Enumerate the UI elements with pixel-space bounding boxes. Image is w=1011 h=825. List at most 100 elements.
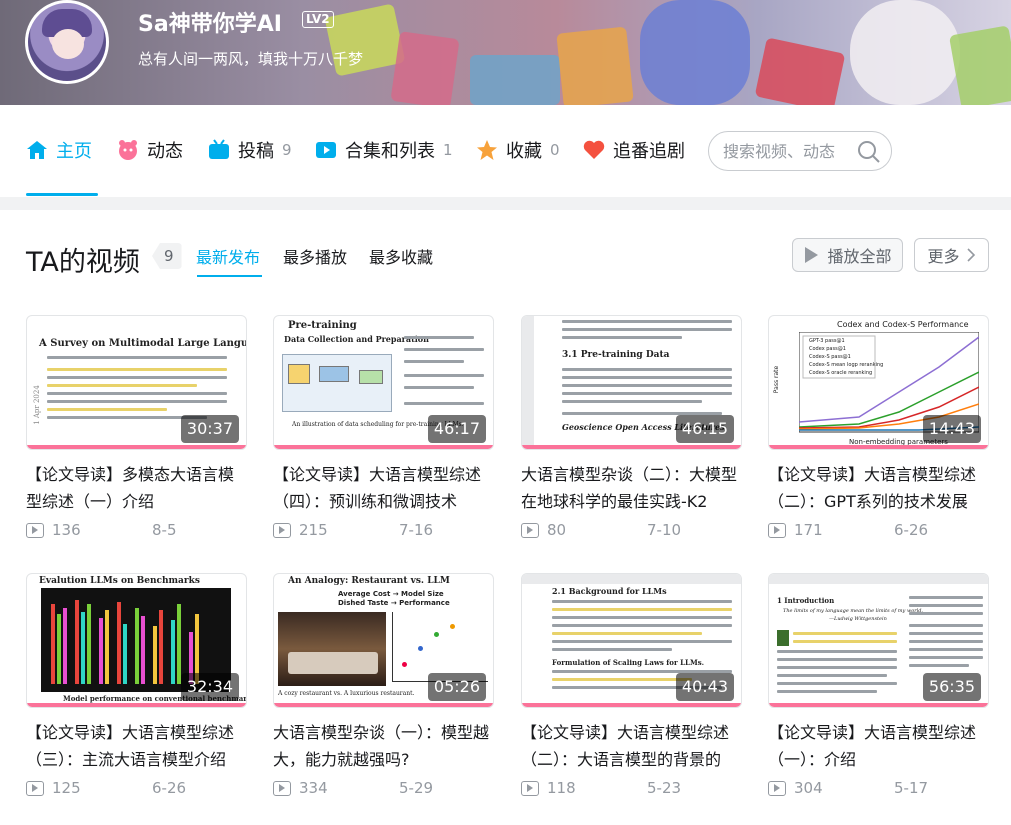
play-count-icon: [273, 780, 291, 796]
play-count: 125: [52, 779, 81, 797]
play-count-icon: [26, 780, 44, 796]
sort-tab-latest[interactable]: 最新发布: [196, 244, 260, 268]
play-count-icon: [768, 780, 786, 796]
play-count: 334: [299, 779, 328, 797]
thumb-ylabel: Pass rate: [773, 365, 781, 394]
thumb-heading: 1 Introduction: [777, 596, 835, 605]
nav-tab-dynamic[interactable]: 动态: [117, 135, 183, 165]
search-box: [708, 131, 892, 171]
star-icon: [476, 139, 498, 161]
thumb-subheading: Formulation of Scaling Laws for LLMs.: [552, 658, 705, 667]
thumb-heading: 3.1 Pre-training Data: [562, 350, 670, 360]
video-duration: 32:34: [180, 673, 239, 701]
sort-tab-most-favorited[interactable]: 最多收藏: [369, 244, 433, 268]
video-title[interactable]: 【论文导读】大语言模型综述（一）：介绍: [768, 719, 989, 773]
thumb-side-text: 1 Apr 2024: [32, 385, 41, 425]
thumb-caption: A cozy restaurant vs. A luxurious restau…: [278, 690, 415, 697]
profile-nav: 主页 动态 投稿 9 合集和列表 1 收藏 0 追番追剧: [0, 105, 1011, 197]
nav-tab-label: 动态: [147, 141, 183, 162]
play-count: 304: [794, 779, 823, 797]
nav-tab-favorites[interactable]: 收藏 0: [476, 135, 560, 165]
video-duration: 56:35: [922, 673, 981, 701]
nav-tab-count: 0: [550, 141, 560, 159]
video-title[interactable]: 【论文导读】多模态大语言模型综述（一）介绍: [26, 461, 247, 515]
video-duration: 05:26: [427, 673, 486, 701]
thumb-quote: The limits of my language mean the limit…: [783, 608, 924, 614]
video-date: 6-26: [152, 779, 187, 797]
video-date: 6-26: [894, 521, 929, 539]
play-count: 80: [547, 521, 567, 539]
video-play-count: 118: [521, 779, 576, 797]
thumb-line-2: Dished Taste → Performance: [338, 599, 450, 607]
nav-tab-bangumi[interactable]: 追番追剧: [583, 135, 685, 165]
video-duration: 40:43: [675, 673, 734, 701]
nav-tab-label: 合集和列表: [345, 141, 435, 162]
tv-icon: [208, 139, 230, 161]
nav-tab-count: 9: [282, 141, 292, 159]
thumb-heading: A Survey on Multimodal Large Language Mo…: [39, 338, 246, 349]
nav-tab-home[interactable]: 主页: [26, 135, 92, 165]
video-play-count: 125: [26, 779, 81, 797]
video-play-count: 334: [273, 779, 328, 797]
video-title[interactable]: 大语言模型杂谈（一）：模型越大，能力就越强吗?: [273, 719, 494, 773]
video-duration: 30:37: [180, 415, 239, 443]
thumb-quote-author: —Ludwig Wittgenstein: [829, 616, 887, 622]
video-date: 5-29: [399, 779, 434, 797]
video-date: 5-17: [894, 779, 929, 797]
thumb-heading: An Analogy: Restaurant vs. LLM: [288, 576, 450, 586]
sort-tab-indicator: [197, 275, 262, 277]
play-all-label: 播放全部: [827, 247, 892, 266]
chevron-right-icon: [966, 248, 975, 262]
video-title[interactable]: 【论文导读】大语言模型综述（二）：大语言模型的背景的: [521, 719, 742, 773]
video-date: 5-23: [647, 779, 682, 797]
video-date: 7-10: [647, 521, 682, 539]
avatar[interactable]: [25, 0, 109, 84]
nav-tab-label: 追番追剧: [613, 141, 685, 162]
play-count-icon: [521, 522, 539, 538]
profile-banner: Sa神带你学AI LV2 总有人间一两风，填我十万八千梦: [0, 0, 1011, 105]
video-play-count: 171: [768, 521, 823, 539]
video-duration: 46:15: [675, 415, 734, 443]
video-title[interactable]: 【论文导读】大语言模型综述（四）：预训练和微调技术: [273, 461, 494, 515]
video-title[interactable]: 【论文导读】大语言模型综述（二）：GPT系列的技术发展: [768, 461, 989, 515]
thumb-heading: Pre-training: [288, 320, 357, 331]
nav-tab-collections[interactable]: 合集和列表 1: [315, 135, 453, 165]
play-count: 118: [547, 779, 576, 797]
user-signature: 总有人间一两风，填我十万八千梦: [138, 50, 364, 68]
user-name[interactable]: Sa神带你学AI: [138, 6, 282, 38]
video-title[interactable]: 【论文导读】大语言模型综述（三）：主流大语言模型介绍: [26, 719, 247, 773]
section-title: TA的视频: [26, 247, 140, 278]
play-count: 171: [794, 521, 823, 539]
video-duration: 14:43: [922, 415, 981, 443]
nav-tab-label: 收藏: [506, 141, 542, 162]
video-count-badge: 9: [152, 243, 182, 269]
thumb-heading: 2.1 Background for LLMs: [552, 586, 667, 596]
nav-tab-count: 1: [443, 141, 453, 159]
thumb-heading: Evalution LLMs on Benchmarks: [39, 576, 200, 586]
play-count-icon: [768, 522, 786, 538]
thumb-heading: Codex and Codex-S Performance: [837, 320, 969, 329]
search-icon[interactable]: [857, 140, 881, 164]
nav-tab-label: 主页: [56, 141, 92, 162]
video-date: 7-16: [399, 521, 434, 539]
sort-tab-most-played[interactable]: 最多播放: [283, 244, 347, 268]
video-play-count: 215: [273, 521, 328, 539]
play-all-button[interactable]: 播放全部: [792, 238, 903, 272]
video-play-count: 80: [521, 521, 566, 539]
heart-icon: [583, 139, 605, 161]
more-label: 更多: [927, 247, 960, 266]
video-duration: 46:17: [427, 415, 486, 443]
video-play-count: 304: [768, 779, 823, 797]
thumb-legend-0: GPT-3 pass@1: [809, 338, 845, 344]
video-play-count: 136: [26, 521, 81, 539]
thumb-legend-2: Codex-S pass@1: [809, 354, 851, 360]
play-count-icon: [273, 522, 291, 538]
play-count-icon: [26, 522, 44, 538]
search-input[interactable]: [723, 141, 843, 161]
nav-tab-posts[interactable]: 投稿 9: [208, 135, 292, 165]
play-icon: [805, 247, 819, 263]
more-button[interactable]: 更多: [914, 238, 989, 272]
dynamic-icon: [117, 139, 139, 161]
active-tab-indicator: [26, 193, 98, 196]
video-title[interactable]: 大语言模型杂谈（二）：大模型在地球科学的最佳实践-K2: [521, 461, 742, 515]
